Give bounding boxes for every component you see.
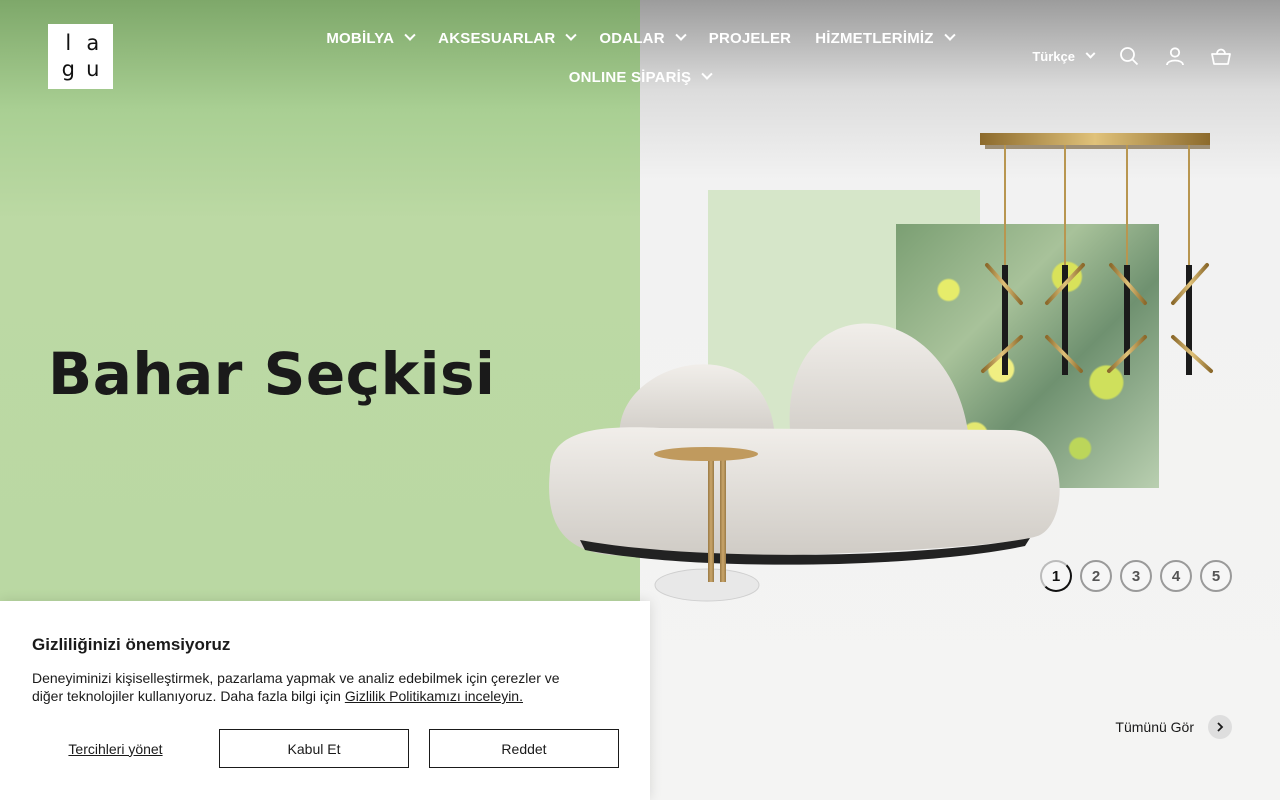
logo-letter: g xyxy=(61,57,75,82)
manage-preferences-link[interactable]: Tercihleri yönet xyxy=(32,741,199,757)
logo-letter: u xyxy=(86,57,100,82)
slide-pagination: 1 2 3 4 5 xyxy=(1040,560,1232,592)
privacy-policy-link[interactable]: Gizlilik Politikamızı inceleyin. xyxy=(345,688,523,704)
chevron-right-icon xyxy=(1208,715,1232,739)
chevron-down-icon xyxy=(565,29,578,41)
main-nav: MOBİLYA AKSESUARLAR ODALAR PROJELER HİZM… xyxy=(326,20,956,95)
nav-label: ONLINE SİPARİŞ xyxy=(568,68,692,86)
chevron-down-icon xyxy=(675,29,687,41)
language-selector[interactable]: Türkçe xyxy=(1032,48,1096,64)
reject-button[interactable]: Reddet xyxy=(429,729,619,768)
cookie-title: Gizliliğinizi önemsiyoruz xyxy=(32,635,231,654)
nav-label: ODALAR xyxy=(599,29,665,47)
nav-label: MOBİLYA xyxy=(326,29,395,47)
slide-dot-4[interactable]: 4 xyxy=(1160,560,1192,592)
nav-item-mobilya[interactable]: MOBİLYA xyxy=(326,29,416,47)
nav-item-odalar[interactable]: ODALAR xyxy=(599,29,687,47)
chevron-down-icon xyxy=(701,68,713,80)
chevron-down-icon xyxy=(943,29,956,41)
nav-label: PROJELER xyxy=(708,29,792,47)
chevron-down-icon xyxy=(1085,48,1096,59)
accept-button[interactable]: Kabul Et xyxy=(219,729,409,768)
nav-item-hizmetlerimiz[interactable]: HİZMETLERİMİZ xyxy=(815,29,956,47)
cart-icon[interactable] xyxy=(1210,45,1232,67)
search-icon[interactable] xyxy=(1118,45,1140,67)
brand-logo[interactable]: l a g u xyxy=(48,24,113,89)
nav-item-online-siparis[interactable]: ONLINE SİPARİŞ xyxy=(568,68,713,86)
language-label: Türkçe xyxy=(1032,48,1075,64)
cookie-banner: Gizliliğinizi önemsiyoruz Deneyiminizi k… xyxy=(0,601,650,800)
cookie-text: Deneyiminizi kişiselleştirmek, pazarlama… xyxy=(32,669,592,705)
header-actions: Türkçe xyxy=(1032,40,1232,72)
nav-item-aksesuarlar[interactable]: AKSESUARLAR xyxy=(438,29,578,47)
logo-letter: l xyxy=(65,30,72,55)
slide-dot-3[interactable]: 3 xyxy=(1120,560,1152,592)
nav-row-2: ONLINE SİPARİŞ xyxy=(340,59,940,95)
sofa-image xyxy=(549,323,1060,602)
see-all-label: Tümünü Gör xyxy=(1115,719,1194,735)
slide-dot-1[interactable]: 1 xyxy=(1040,560,1072,592)
nav-label: AKSESUARLAR xyxy=(438,29,556,47)
slide-dot-2[interactable]: 2 xyxy=(1080,560,1112,592)
see-all-link[interactable]: Tümünü Gör xyxy=(1115,715,1232,739)
hero-title: Bahar Seçkisi xyxy=(48,340,496,408)
nav-label: HİZMETLERİMİZ xyxy=(815,29,934,47)
slide-dot-5[interactable]: 5 xyxy=(1200,560,1232,592)
nav-row-1: MOBİLYA AKSESUARLAR ODALAR PROJELER HİZM… xyxy=(326,20,956,56)
cookie-actions: Tercihleri yönet Kabul Et Reddet xyxy=(32,729,619,768)
account-icon[interactable] xyxy=(1164,45,1186,67)
logo-letter: a xyxy=(86,30,100,55)
nav-item-projeler[interactable]: PROJELER xyxy=(709,30,791,47)
chevron-down-icon xyxy=(404,29,416,41)
